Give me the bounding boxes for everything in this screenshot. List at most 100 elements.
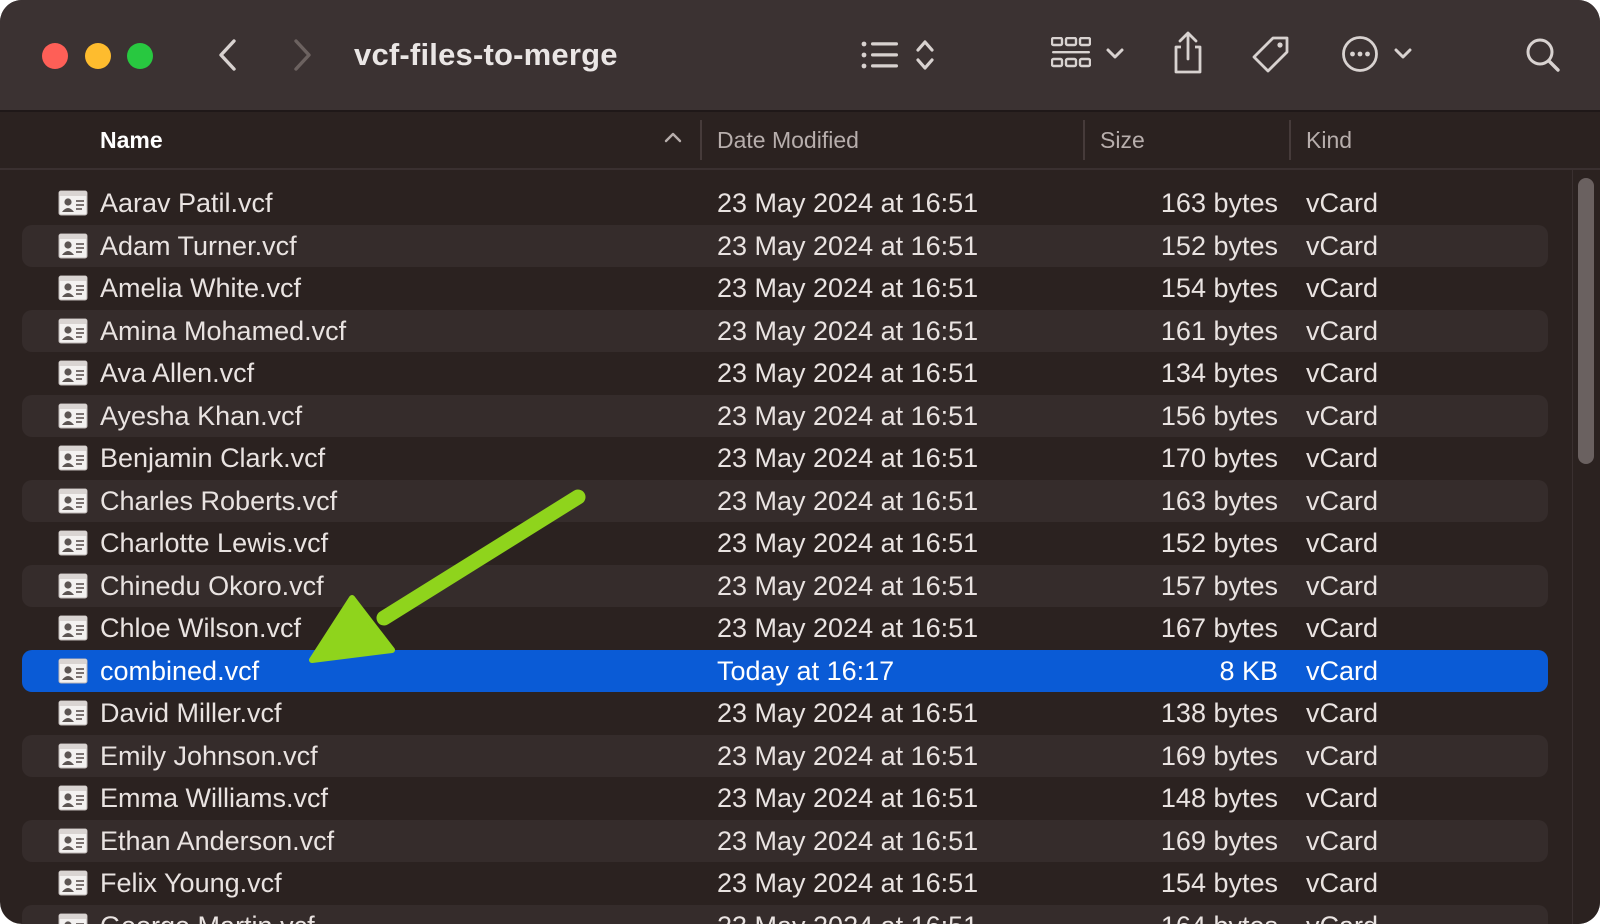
file-date-modified: 23 May 2024 at 16:51 <box>717 230 979 261</box>
column-header: Name Date Modified Size Kind <box>0 112 1600 170</box>
file-kind: vCard <box>1306 740 1379 771</box>
file-size: 152 bytes <box>1160 528 1278 558</box>
file-kind: vCard <box>1306 868 1379 898</box>
file-date-modified: 23 May 2024 at 16:51 <box>717 273 979 303</box>
vcard-file-icon <box>58 488 88 513</box>
table-row[interactable]: David Miller.vcf 23 May 2024 at 16:51 138 … <box>22 692 1548 734</box>
column-header-size[interactable]: Size <box>1100 112 1145 168</box>
sort-updown-icon[interactable] <box>912 36 938 74</box>
file-kind: vCard <box>1306 698 1379 728</box>
file-date-modified: 23 May 2024 at 16:51 <box>717 740 979 771</box>
vcard-file-icon <box>58 445 88 471</box>
list-view-icon[interactable] <box>860 38 900 72</box>
file-size: 164 bytes <box>1161 905 1278 924</box>
table-row[interactable]: Amina Mohamed.vcf 23 May 2024 at 16:51 161… <box>22 309 1548 352</box>
file-kind: vCard <box>1306 443 1379 473</box>
close-button[interactable] <box>42 43 68 69</box>
file-size: 154 bytes <box>1160 868 1278 898</box>
vcard-file-icon <box>58 403 88 428</box>
vcard-file-icon <box>58 615 88 641</box>
file-size: 134 bytes <box>1160 358 1278 388</box>
file-date-modified: 23 May 2024 at 16:51 <box>717 868 979 898</box>
file-kind: vCard <box>1306 188 1379 218</box>
file-kind: vCard <box>1306 613 1379 643</box>
table-row[interactable]: Emma Williams.vcf 23 May 2024 at 16:51 148… <box>22 777 1548 819</box>
file-date-modified: 23 May 2024 at 16:51 <box>717 783 979 813</box>
vcard-file-icon <box>58 913 88 924</box>
grid-group-icon[interactable] <box>1050 36 1092 74</box>
column-separator[interactable] <box>1083 120 1085 160</box>
zoom-button[interactable] <box>127 43 153 69</box>
vcard-file-icon <box>58 530 88 556</box>
vcard-file-icon <box>58 658 88 683</box>
file-name: Amelia White.vcf <box>100 273 302 303</box>
vcard-file-icon <box>58 573 88 598</box>
table-row[interactable]: Chloe Wilson.vcf 23 May 2024 at 16:51 167 … <box>22 607 1548 649</box>
file-date-modified: 23 May 2024 at 16:51 <box>717 698 979 728</box>
toolbar: vcf-files-to-merge <box>0 0 1600 112</box>
column-header-kind[interactable]: Kind <box>1306 112 1352 168</box>
table-row[interactable]: Amelia White.vcf 23 May 2024 at 16:51 154 … <box>22 267 1548 309</box>
file-name: Emily Johnson.vcf <box>100 740 318 771</box>
file-name: combined.vcf <box>100 655 260 686</box>
file-date-modified: 23 May 2024 at 16:51 <box>717 485 979 516</box>
file-size: 148 bytes <box>1160 783 1278 813</box>
table-row[interactable]: Emily Johnson.vcf 23 May 2024 at 16:51 169… <box>22 734 1548 777</box>
file-date-modified: 23 May 2024 at 16:51 <box>717 443 979 473</box>
more-ellipsis-icon[interactable] <box>1340 34 1380 74</box>
share-icon[interactable] <box>1170 30 1206 76</box>
table-row[interactable]: Ethan Anderson.vcf 23 May 2024 at 16:51 16… <box>22 819 1548 862</box>
file-name: Amina Mohamed.vcf <box>100 315 347 346</box>
column-header-date[interactable]: Date Modified <box>717 112 859 168</box>
file-size: 157 bytes <box>1160 570 1278 601</box>
file-size: 154 bytes <box>1160 273 1278 303</box>
file-date-modified: 23 May 2024 at 16:51 <box>717 570 979 601</box>
column-header-name[interactable]: Name <box>100 112 163 168</box>
table-row[interactable]: Benjamin Clark.vcf 23 May 2024 at 16:51 17… <box>22 437 1548 479</box>
table-row[interactable]: Charlotte Lewis.vcf 23 May 2024 at 16:51 1… <box>22 522 1548 564</box>
file-list: Aarav Patil.vcf 23 May 2024 at 16:51 163 b… <box>0 172 1570 924</box>
table-row[interactable]: Charles Roberts.vcf 23 May 2024 at 16:51 1… <box>22 479 1548 522</box>
sort-ascending-icon[interactable] <box>664 130 682 149</box>
file-date-modified: 23 May 2024 at 16:51 <box>717 528 979 558</box>
tag-icon[interactable] <box>1250 34 1292 76</box>
file-name: George Martin.vcf <box>100 905 315 924</box>
file-size: 156 bytes <box>1160 400 1278 431</box>
minimize-button[interactable] <box>85 43 111 69</box>
file-name: Benjamin Clark.vcf <box>100 443 326 473</box>
file-size: 170 bytes <box>1160 443 1278 473</box>
vcard-file-icon <box>58 785 88 811</box>
vcard-file-icon <box>58 190 88 216</box>
table-row[interactable]: Ava Allen.vcf 23 May 2024 at 16:51 134 byt… <box>22 352 1548 394</box>
table-row[interactable]: combined.vcf Today at 16:17 8 KB vCard <box>22 649 1548 692</box>
file-kind: vCard <box>1306 273 1379 303</box>
table-row[interactable]: Ayesha Khan.vcf 23 May 2024 at 16:51 156 b… <box>22 394 1548 437</box>
file-date-modified: 23 May 2024 at 16:51 <box>717 315 979 346</box>
column-separator[interactable] <box>700 120 702 160</box>
back-chevron-icon[interactable] <box>212 34 242 76</box>
file-date-modified: 23 May 2024 at 16:51 <box>717 905 978 924</box>
table-row[interactable]: Felix Young.vcf 23 May 2024 at 16:51 154 b… <box>22 862 1548 904</box>
file-name: Ava Allen.vcf <box>100 358 255 388</box>
table-row[interactable]: Adam Turner.vcf 23 May 2024 at 16:51 152 b… <box>22 224 1548 267</box>
table-row[interactable]: Chinedu Okoro.vcf 23 May 2024 at 16:51 157… <box>22 564 1548 607</box>
file-name: Charles Roberts.vcf <box>100 485 338 516</box>
dropdown-chevron-icon[interactable] <box>1104 46 1126 62</box>
column-separator[interactable] <box>1289 120 1291 160</box>
file-size: 152 bytes <box>1160 230 1278 261</box>
more-dropdown-chevron-icon[interactable] <box>1392 46 1414 62</box>
file-date-modified: 23 May 2024 at 16:51 <box>717 400 979 431</box>
search-icon[interactable] <box>1524 36 1562 74</box>
file-kind: vCard <box>1306 230 1379 261</box>
file-kind: vCard <box>1306 905 1378 924</box>
file-name: Aarav Patil.vcf <box>100 188 273 218</box>
table-row[interactable]: George Martin.vcf 23 May 2024 at 16:51 164… <box>22 904 1548 924</box>
file-size: 163 bytes <box>1160 485 1278 516</box>
file-size: 163 bytes <box>1160 188 1278 218</box>
forward-chevron-icon[interactable] <box>288 34 318 76</box>
vcard-file-icon <box>58 318 88 343</box>
file-size: 169 bytes <box>1160 825 1278 856</box>
table-row[interactable]: Aarav Patil.vcf 23 May 2024 at 16:51 163 b… <box>22 182 1548 224</box>
file-size: 167 bytes <box>1160 613 1278 643</box>
scrollbar-thumb[interactable] <box>1578 178 1594 464</box>
